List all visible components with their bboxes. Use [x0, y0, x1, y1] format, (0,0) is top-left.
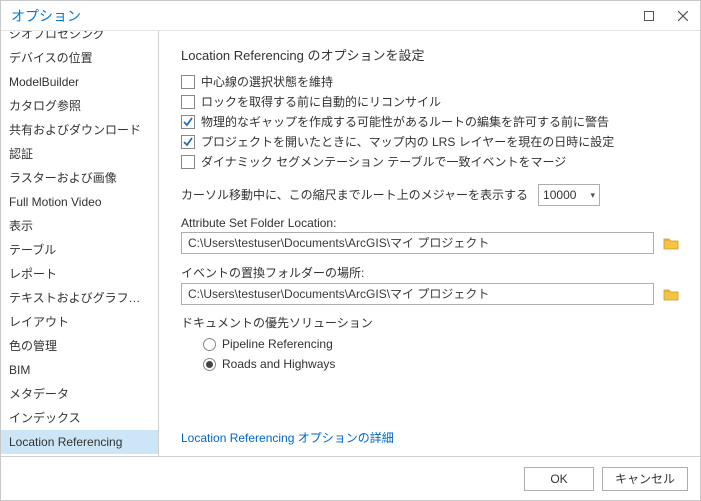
radio-button[interactable] [203, 338, 216, 351]
attr-path-label: Attribute Set Folder Location: [181, 216, 682, 230]
checkbox-row: プロジェクトを開いたときに、マップ内の LRS レイヤーを現在の日時に設定 [181, 134, 682, 150]
attr-path-row: C:\Users\testuser\Documents\ArcGIS\マイ プロ… [181, 232, 682, 254]
checkbox-label: 中心線の選択状態を維持 [201, 74, 333, 90]
cancel-button[interactable]: キャンセル [602, 467, 688, 491]
checkbox-group: 中心線の選択状態を維持ロックを取得する前に自動的にリコンサイル物理的なギャップを… [181, 74, 682, 174]
options-dialog: オプション 選択編集バージョニングジオプロセシングデバイスの位置ModelBui… [0, 0, 701, 501]
main-panel: Location Referencing のオプションを設定 中心線の選択状態を… [159, 31, 700, 456]
checkbox-row: ロックを取得する前に自動的にリコンサイル [181, 94, 682, 110]
radio-button[interactable] [203, 358, 216, 371]
checkbox[interactable] [181, 155, 195, 169]
sidebar-item[interactable]: Location Referencing [1, 430, 158, 454]
event-path-label: イベントの置換フォルダーの場所: [181, 264, 682, 281]
solution-radio-group: Pipeline Referencing Roads and Highways [181, 337, 682, 371]
checkbox-row: 物理的なギャップを作成する可能性があるルートの編集を許可する前に警告 [181, 114, 682, 130]
window-title: オプション [11, 6, 632, 26]
dialog-body: 選択編集バージョニングジオプロセシングデバイスの位置ModelBuilderカタ… [1, 31, 700, 456]
sidebar-item[interactable]: デバイスの位置 [1, 46, 158, 70]
sidebar-item[interactable]: レポート [1, 262, 158, 286]
checkbox-label: プロジェクトを開いたときに、マップ内の LRS レイヤーを現在の日時に設定 [201, 134, 614, 150]
solution-block: ドキュメントの優先ソリューション Pipeline Referencing Roa… [181, 315, 682, 371]
radio-label: Pipeline Referencing [222, 337, 333, 351]
ok-button[interactable]: OK [524, 467, 594, 491]
checkbox[interactable] [181, 115, 195, 129]
checkbox-row: 中心線の選択状態を維持 [181, 74, 682, 90]
sidebar-item[interactable]: テーブル [1, 238, 158, 262]
event-path-input[interactable]: C:\Users\testuser\Documents\ArcGIS\マイ プロ… [181, 283, 654, 305]
radio-label: Roads and Highways [222, 357, 335, 371]
solution-label: ドキュメントの優先ソリューション [181, 315, 682, 331]
event-path-row: C:\Users\testuser\Documents\ArcGIS\マイ プロ… [181, 283, 682, 305]
sidebar-item[interactable]: 色の管理 [1, 334, 158, 358]
titlebar: オプション [1, 1, 700, 31]
checkbox-label: ロックを取得する前に自動的にリコンサイル [201, 94, 441, 110]
sidebar-item[interactable]: Full Motion Video [1, 190, 158, 214]
sidebar-item[interactable]: 表示 [1, 214, 158, 238]
sidebar-item[interactable]: ジオプロセシング [1, 31, 158, 46]
scale-row: カーソル移動中に、この縮尺までルート上のメジャーを表示する 10000 ▾ [181, 184, 682, 206]
sidebar-item[interactable]: BIM [1, 358, 158, 382]
sidebar-item[interactable]: テキストおよびグラフィックス [1, 286, 158, 310]
attr-path-input[interactable]: C:\Users\testuser\Documents\ArcGIS\マイ プロ… [181, 232, 654, 254]
sidebar-item[interactable]: ModelBuilder [1, 70, 158, 94]
event-path-browse-button[interactable] [660, 283, 682, 305]
window-controls [632, 1, 700, 30]
checkbox[interactable] [181, 135, 195, 149]
panel-heading: Location Referencing のオプションを設定 [181, 45, 682, 64]
checkbox[interactable] [181, 95, 195, 109]
sidebar-item[interactable]: メタデータ [1, 382, 158, 406]
attr-path-browse-button[interactable] [660, 232, 682, 254]
scale-combo[interactable]: 10000 ▾ [538, 184, 600, 206]
close-button[interactable] [666, 1, 700, 30]
radio-row: Pipeline Referencing [203, 337, 682, 351]
checkbox-label: ダイナミック セグメンテーション テーブルで一致イベントをマージ [201, 154, 566, 170]
radio-row: Roads and Highways [203, 357, 682, 371]
checkbox-label: 物理的なギャップを作成する可能性があるルートの編集を許可する前に警告 [201, 114, 609, 130]
checkbox-row: ダイナミック セグメンテーション テーブルで一致イベントをマージ [181, 154, 682, 170]
sidebar-item[interactable]: インデックス [1, 406, 158, 430]
more-info-link[interactable]: Location Referencing オプションの詳細 [181, 409, 682, 446]
sidebar-item[interactable]: 認証 [1, 142, 158, 166]
scale-value: 10000 [543, 188, 590, 202]
scale-label: カーソル移動中に、この縮尺までルート上のメジャーを表示する [181, 187, 528, 203]
sidebar-item[interactable]: 共有およびダウンロード [1, 118, 158, 142]
dialog-footer: OK キャンセル [1, 456, 700, 500]
sidebar-item[interactable]: レイアウト [1, 310, 158, 334]
category-sidebar[interactable]: 選択編集バージョニングジオプロセシングデバイスの位置ModelBuilderカタ… [1, 31, 159, 456]
sidebar-item[interactable]: ラスターおよび画像 [1, 166, 158, 190]
sidebar-item[interactable]: カタログ参照 [1, 94, 158, 118]
maximize-button[interactable] [632, 1, 666, 30]
checkbox[interactable] [181, 75, 195, 89]
chevron-down-icon: ▾ [591, 190, 596, 201]
